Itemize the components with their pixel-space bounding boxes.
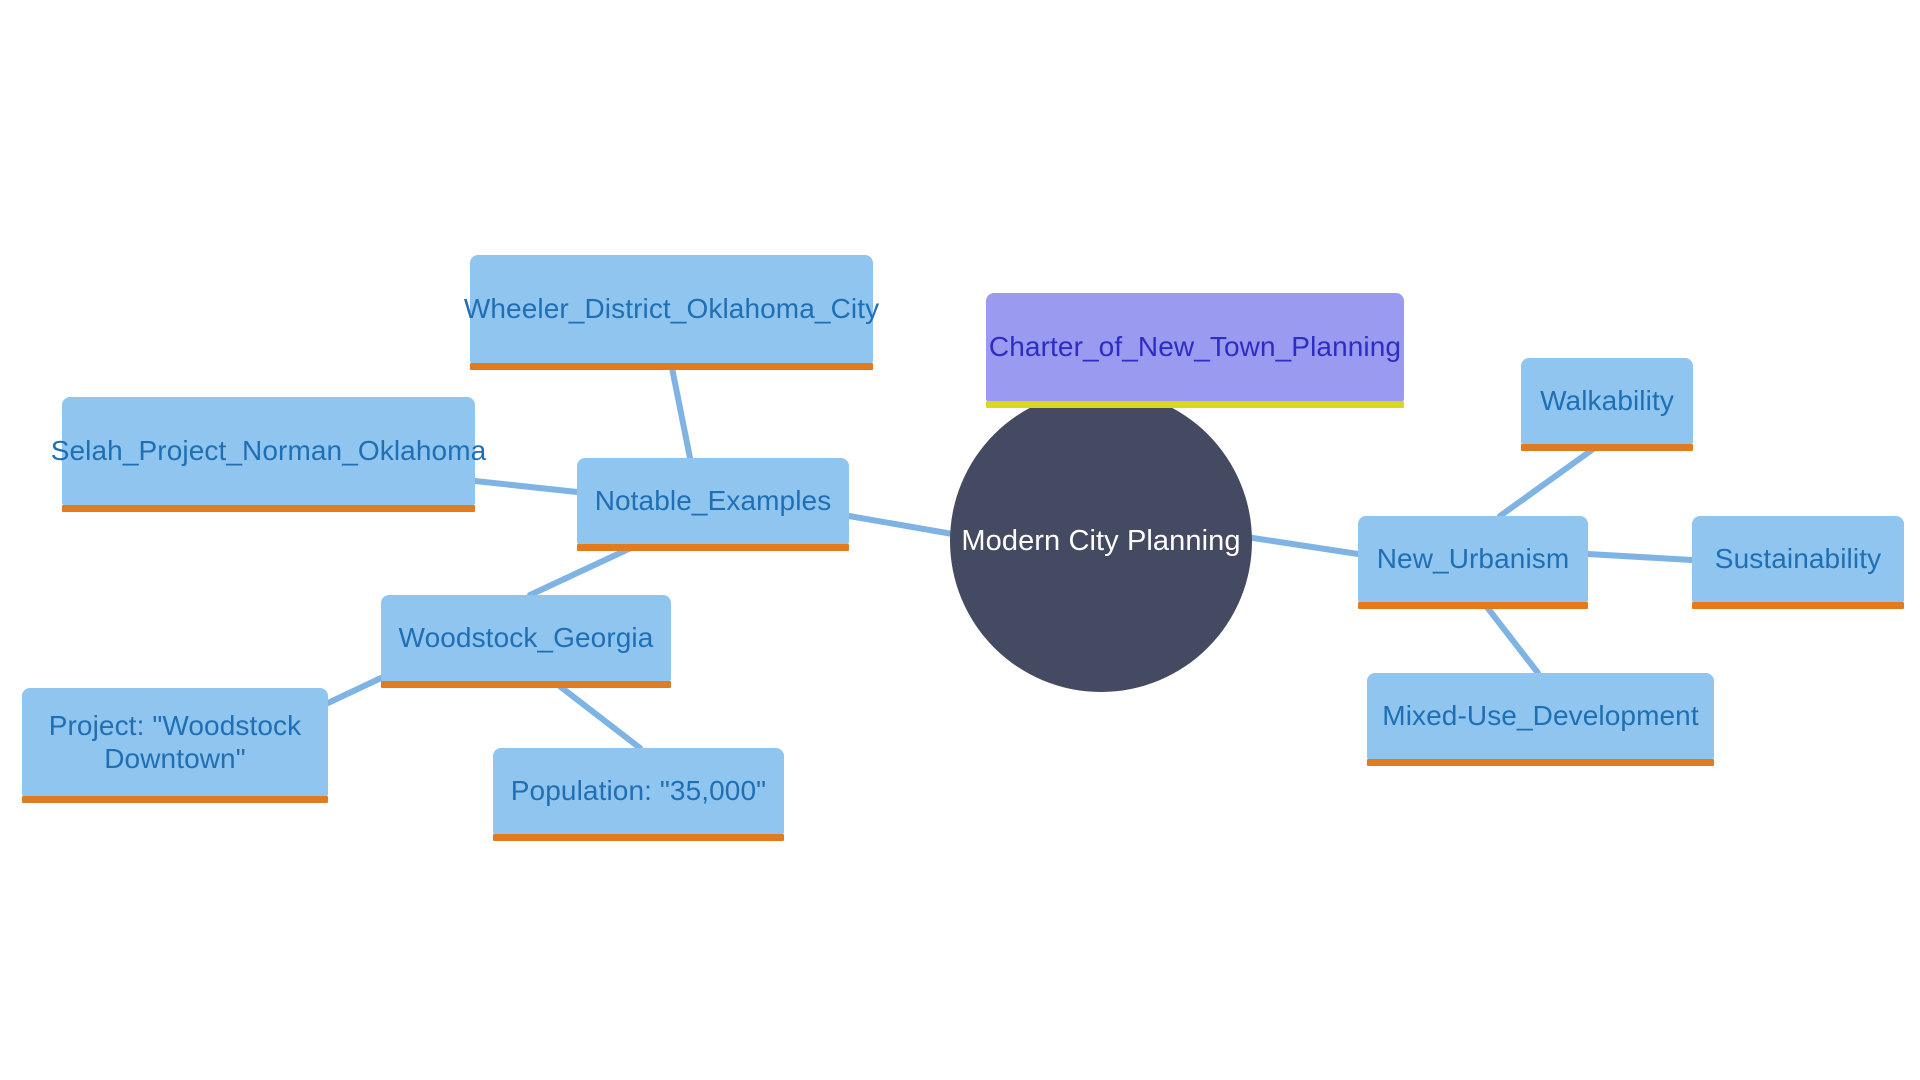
mindmap-node-urbanism[interactable]: New_Urbanism [1358, 516, 1588, 609]
mindmap-node-label: Selah_Project_Norman_Oklahoma [50, 435, 487, 467]
edge-urbanism-to-walkability [1497, 444, 1599, 519]
node-accent-underline [1692, 602, 1904, 609]
mindmap-node-walkability[interactable]: Walkability [1521, 358, 1693, 451]
mindmap-node-selah[interactable]: Selah_Project_Norman_Oklahoma [51, 397, 486, 512]
edge-woodstock-to-population [550, 678, 643, 751]
mindmap-node-mixeduse[interactable]: Mixed-Use_Development [1367, 673, 1714, 766]
mindmap-node-label: Walkability [1540, 385, 1674, 417]
edge-notable-to-woodstock [527, 543, 638, 598]
mindmap-node-label: Charter_of_New_Town_Planning [988, 331, 1402, 363]
edge-urbanism-to-mixeduse [1480, 599, 1541, 676]
mindmap-node-label: Notable_Examples [594, 485, 832, 517]
node-accent-underline [62, 505, 475, 512]
mindmap-node-label: Project: "Woodstock Downtown" [48, 709, 302, 774]
node-accent-underline [493, 834, 784, 841]
mindmap-node-sustain[interactable]: Sustainability [1692, 516, 1904, 609]
mindmap-node-label: New_Urbanism [1376, 543, 1570, 575]
edge-root-to-urbanism [1237, 533, 1361, 557]
node-accent-underline [986, 401, 1404, 408]
node-accent-underline [1367, 759, 1714, 766]
edge-notable-to-wheeler [669, 365, 693, 461]
mindmap-node-charter[interactable]: Charter_of_New_Town_Planning [986, 293, 1404, 408]
edge-notable-to-selah [472, 478, 580, 495]
node-accent-underline [22, 796, 328, 803]
mindmap-node-notable[interactable]: Notable_Examples [577, 458, 849, 551]
mindmap-node-wheeler[interactable]: Wheeler_District_Oklahoma_City [464, 255, 879, 370]
edge-root-to-notable [846, 513, 967, 539]
node-accent-underline [1358, 602, 1588, 609]
mindmap-node-project[interactable]: Project: "Woodstock Downtown" [22, 688, 328, 803]
mindmap-node-woodstock[interactable]: Woodstock_Georgia [381, 595, 671, 688]
node-accent-underline [381, 681, 671, 688]
mindmap-node-label: Modern City Planning [961, 524, 1241, 557]
node-accent-underline [1521, 444, 1693, 451]
node-accent-underline [470, 363, 873, 370]
mindmap-node-label: Sustainability [1714, 543, 1882, 575]
edge-urbanism-to-sustain [1585, 551, 1695, 563]
mindmap-node-population[interactable]: Population: "35,000" [493, 748, 784, 841]
mindmap-node-label: Woodstock_Georgia [398, 622, 654, 654]
mindmap-node-root[interactable]: Modern City Planning [950, 390, 1252, 692]
mindmap-canvas: Modern City Planning Charter_of_New_Town_… [0, 0, 1920, 1080]
node-accent-underline [577, 544, 849, 551]
edge-woodstock-to-project [325, 675, 384, 706]
mindmap-node-label: Population: "35,000" [510, 775, 767, 807]
mindmap-node-label: Wheeler_District_Oklahoma_City [463, 293, 880, 325]
mindmap-node-label: Mixed-Use_Development [1382, 700, 1699, 732]
